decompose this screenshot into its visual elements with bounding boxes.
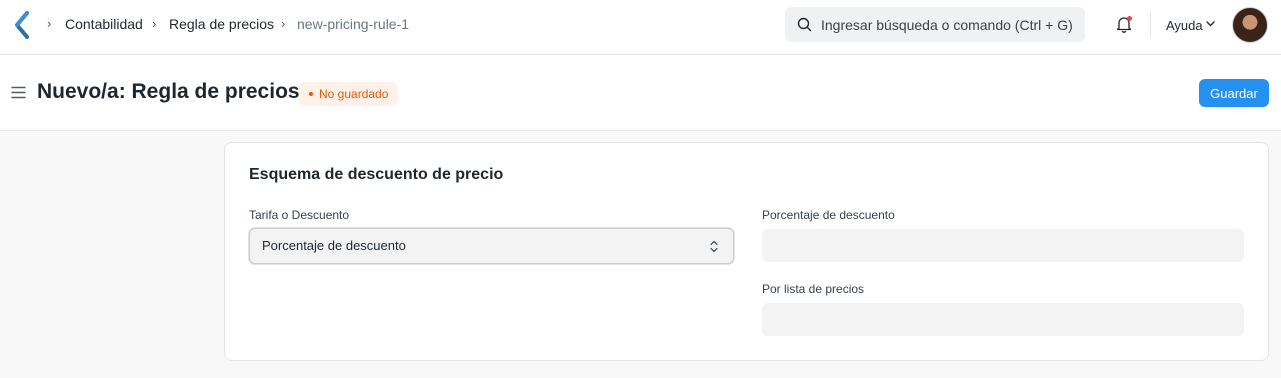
breadcrumb-contabilidad[interactable]: Contabilidad xyxy=(65,16,143,32)
form-section-card: Esquema de descuento de precio Tarifa o … xyxy=(224,142,1269,361)
search-placeholder: Ingresar búsqueda o comando (Ctrl + G) xyxy=(821,17,1073,33)
sidebar-toggle-icon[interactable] xyxy=(11,86,26,99)
app-logo-icon[interactable] xyxy=(13,11,31,39)
chevron-right-icon: › xyxy=(47,16,52,31)
page-head: Nuevo/a: Regla de precios No guardado Gu… xyxy=(0,55,1281,131)
select-arrows-icon xyxy=(710,240,718,253)
search-bar[interactable]: Ingresar búsqueda o comando (Ctrl + G) xyxy=(785,7,1085,42)
discount-percentage-input[interactable] xyxy=(762,229,1244,262)
breadcrumb-current-doc[interactable]: new-pricing-rule-1 xyxy=(297,16,409,32)
save-button[interactable]: Guardar xyxy=(1199,79,1269,107)
rate-or-discount-label: Tarifa o Descuento xyxy=(249,208,350,222)
user-avatar[interactable] xyxy=(1232,7,1268,43)
breadcrumb-regla-de-precios[interactable]: Regla de precios xyxy=(169,16,274,32)
section-title: Esquema de descuento de precio xyxy=(249,166,504,183)
search-icon xyxy=(797,17,812,32)
price-list-input[interactable] xyxy=(762,303,1244,336)
chevron-down-icon[interactable] xyxy=(1206,21,1215,27)
price-list-label: Por lista de precios xyxy=(762,282,865,296)
navbar-divider xyxy=(1150,12,1151,37)
rate-or-discount-value: Porcentaje de descuento xyxy=(262,238,406,253)
chevron-right-icon: › xyxy=(281,16,286,31)
rate-or-discount-select[interactable]: Porcentaje de descuento xyxy=(249,228,734,264)
status-badge: No guardado xyxy=(299,82,399,106)
discount-percentage-label: Porcentaje de descuento xyxy=(762,208,895,222)
notification-indicator xyxy=(1127,16,1132,21)
navbar: › Contabilidad › Regla de precios › new-… xyxy=(0,0,1281,55)
page-title: Nuevo/a: Regla de precios xyxy=(37,80,300,103)
chevron-right-icon: › xyxy=(152,16,157,31)
help-dropdown[interactable]: Ayuda xyxy=(1166,18,1203,33)
